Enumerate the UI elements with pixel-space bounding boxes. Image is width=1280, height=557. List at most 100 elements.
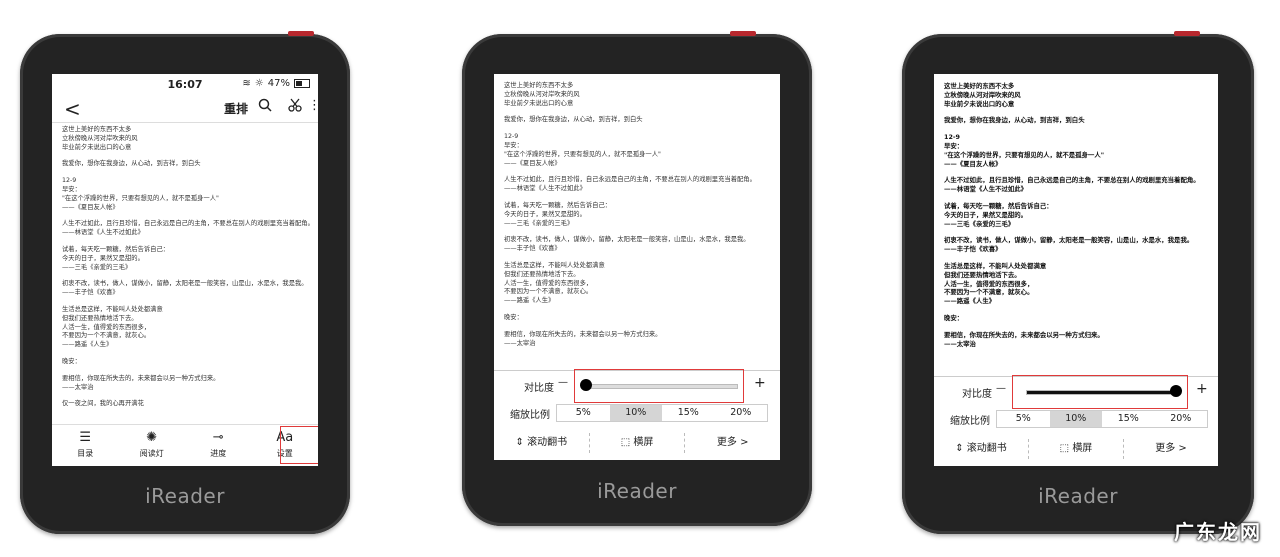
brand-logo: iReader bbox=[597, 479, 677, 503]
nav-item-list[interactable]: ☰ 目录 bbox=[52, 425, 119, 466]
text-line: 12-9 bbox=[944, 133, 960, 142]
more-button[interactable]: 更多 > bbox=[1123, 439, 1218, 459]
text-line: 12-9 bbox=[62, 177, 77, 185]
text-line: 生活总是这样，不能叫人处处都满意 bbox=[944, 261, 1047, 270]
text-line: 毕业前夕未说出口的心意 bbox=[504, 99, 574, 107]
action-row: ⇕ 滚动翻书 ⬚ 横屏 更多 > bbox=[934, 439, 1218, 459]
nav-item-light[interactable]: ✺ 阅读灯 bbox=[119, 425, 186, 466]
power-button[interactable] bbox=[1174, 31, 1200, 36]
reader-toolbar: < 重排 ⋮ bbox=[52, 96, 318, 123]
contrast-decrease-button[interactable]: — bbox=[558, 377, 568, 388]
text-line: 人生不过如此，且行且珍惜，自己永远是自己的主角，不要总在别人的戏剧里充当着配角。 bbox=[62, 220, 314, 228]
text-line: 毕业前夕未说出口的心意 bbox=[944, 99, 1015, 108]
zoom-option[interactable]: 10% bbox=[609, 405, 662, 421]
back-icon[interactable]: < bbox=[64, 97, 81, 121]
text-line: ——丰子恺《欢喜》 bbox=[944, 245, 1002, 254]
contrast-increase-button[interactable]: + bbox=[1196, 381, 1208, 397]
light-icon: ✺ bbox=[146, 430, 158, 445]
landscape-label: 横屏 bbox=[1072, 443, 1093, 454]
action-row: ⇕ 滚动翻书 ⬚ 横屏 更多 > bbox=[494, 433, 780, 453]
zoom-row: 缩放比例 5% 10% 15% 20% bbox=[934, 409, 1218, 431]
nav-label: 阅读灯 bbox=[139, 449, 164, 458]
scroll-label: 滚动翻书 bbox=[966, 443, 1007, 454]
rearrange-button[interactable]: 重排 bbox=[224, 100, 248, 117]
text-line: ——丰子恺《欢喜》 bbox=[504, 245, 561, 253]
more-button[interactable]: 更多 > bbox=[684, 433, 780, 453]
scroll-icon: ⇕ bbox=[955, 443, 964, 454]
text-line: 我爱你，想你在我身边，从心动，到吉祥，到白头 bbox=[504, 116, 643, 124]
more-label: 更多 > bbox=[716, 437, 749, 448]
landscape-label: 横屏 bbox=[633, 437, 654, 448]
rotate-icon: ⬚ bbox=[1059, 443, 1070, 454]
text-line: 初衷不改，读书，做人，谋做小，留静，太阳老是一般笑容，山是山，水是水，我是我。 bbox=[504, 236, 750, 244]
power-button[interactable] bbox=[730, 31, 756, 36]
zoom-row: 缩放比例 5% 10% 15% 20% bbox=[494, 403, 780, 425]
more-icon[interactable]: ⋮ bbox=[308, 98, 318, 113]
search-icon[interactable] bbox=[258, 98, 272, 116]
ereader-device-3: 这世上美好的东西不太多 立秋傍晚从河对岸吹来的风 毕业前夕未说出口的心意 我爱你，想你… bbox=[902, 31, 1254, 534]
text-line: "在这个浮躁的世界，只要有想见的人，就不是孤身一人" bbox=[944, 150, 1105, 159]
highlight-box bbox=[574, 369, 744, 403]
nav-label: 进度 bbox=[210, 449, 227, 458]
watermark: 广东龙网 bbox=[1174, 520, 1262, 544]
text-line: 这世上美好的东西不太多 bbox=[504, 82, 574, 89]
highlight-box bbox=[1012, 375, 1188, 409]
bottom-nav: ☰ 目录 ✺ 阅读灯 ⊸ 进度 Aa 设置 bbox=[52, 424, 318, 466]
text-line: 晚安： bbox=[62, 357, 81, 365]
contrast-row: 对比度 — + bbox=[934, 375, 1218, 409]
more-label: 更多 > bbox=[1155, 443, 1187, 454]
text-line: 这世上美好的东西不太多 bbox=[62, 126, 132, 133]
nav-item-progress[interactable]: ⊸ 进度 bbox=[185, 425, 252, 466]
text-line: 我爱你，想你在我身边，从心动，到吉祥，到白头 bbox=[944, 116, 1085, 125]
book-text: 这世上美好的东西不太多 立秋傍晚从河对岸吹来的风 毕业前夕未说出口的心意 我爱你，想你… bbox=[62, 126, 314, 409]
zoom-option[interactable]: 5% bbox=[557, 405, 610, 421]
book-text: 这世上美好的东西不太多 立秋傍晚从河对岸吹来的风 毕业前夕未说出口的心意 我爱你，想你… bbox=[944, 82, 1208, 356]
scroll-page-button[interactable]: ⇕ 滚动翻书 bbox=[934, 439, 1028, 459]
zoom-option[interactable]: 15% bbox=[662, 405, 715, 421]
zoom-option[interactable]: 20% bbox=[1155, 411, 1208, 427]
zoom-label: 缩放比例 bbox=[950, 416, 990, 427]
text-line: ——林语堂《人生不过如此》 bbox=[62, 229, 144, 237]
text-line: ——路遥《人生》 bbox=[944, 297, 996, 306]
landscape-button[interactable]: ⬚ 横屏 bbox=[588, 433, 685, 453]
text-line: ——《夏目友人帐》 bbox=[504, 159, 561, 167]
scroll-label: 滚动翻书 bbox=[527, 437, 568, 448]
text-line: 人生不过如此，且行且珍惜，自己永远是自己的主角，不要总在别人的戏剧里充当着配角。 bbox=[504, 176, 756, 184]
contrast-decrease-button[interactable]: — bbox=[996, 383, 1006, 394]
zoom-option[interactable]: 10% bbox=[1049, 411, 1102, 427]
text-line: 早安： bbox=[62, 185, 81, 193]
screen: 这世上美好的东西不太多 立秋傍晚从河对岸吹来的风 毕业前夕未说出口的心意我爱你，想你… bbox=[494, 74, 780, 460]
text-line: 不要因为一个不满意，就灰心。 bbox=[944, 288, 1034, 297]
text-line: 要相信，你现在所失去的，未来都会以另一种方式归来。 bbox=[944, 330, 1104, 339]
nav-label: 目录 bbox=[77, 449, 94, 458]
text-line: ——三毛《亲爱的三毛》 bbox=[944, 219, 1015, 228]
zoom-option[interactable]: 20% bbox=[715, 405, 768, 421]
scroll-page-button[interactable]: ⇕ 滚动翻书 bbox=[494, 433, 589, 453]
text-line: 立秋傍晚从河对岸吹来的风 bbox=[504, 90, 580, 98]
text-line: ——太宰治 bbox=[62, 383, 94, 391]
text-line: 早安： bbox=[944, 141, 964, 150]
landscape-button[interactable]: ⬚ 横屏 bbox=[1028, 439, 1123, 459]
text-line: 但我们还要热情地活下去。 bbox=[504, 270, 580, 278]
text-line: ——林语堂《人生不过如此》 bbox=[504, 185, 586, 193]
list-icon: ☰ bbox=[79, 430, 92, 445]
ereader-device-2: 这世上美好的东西不太多 立秋傍晚从河对岸吹来的风 毕业前夕未说出口的心意我爱你，想你… bbox=[462, 31, 812, 526]
power-button[interactable] bbox=[288, 31, 314, 36]
text-line: 今天的日子，果然又是甜的。 bbox=[944, 210, 1028, 219]
zoom-segmented-control: 5% 10% 15% 20% bbox=[996, 410, 1208, 428]
text-line: 12-9 bbox=[504, 133, 519, 141]
zoom-option[interactable]: 15% bbox=[1102, 411, 1155, 427]
scissors-icon[interactable] bbox=[288, 98, 302, 116]
zoom-option[interactable]: 5% bbox=[997, 411, 1050, 427]
contrast-increase-button[interactable]: + bbox=[754, 375, 766, 391]
settings-panel: 对比度 — + 缩放比例 5% 10% 15% 20% ⇕ 滚动翻书 ⬚ 横屏 更多 … bbox=[934, 375, 1218, 466]
text-line: 不要因为一个不满意，就灰心。 bbox=[62, 332, 151, 340]
text-line: 试着，每天吃一颗糖，然后告诉自己： bbox=[62, 245, 170, 253]
text-line: ——《夏目友人帐》 bbox=[62, 203, 119, 211]
